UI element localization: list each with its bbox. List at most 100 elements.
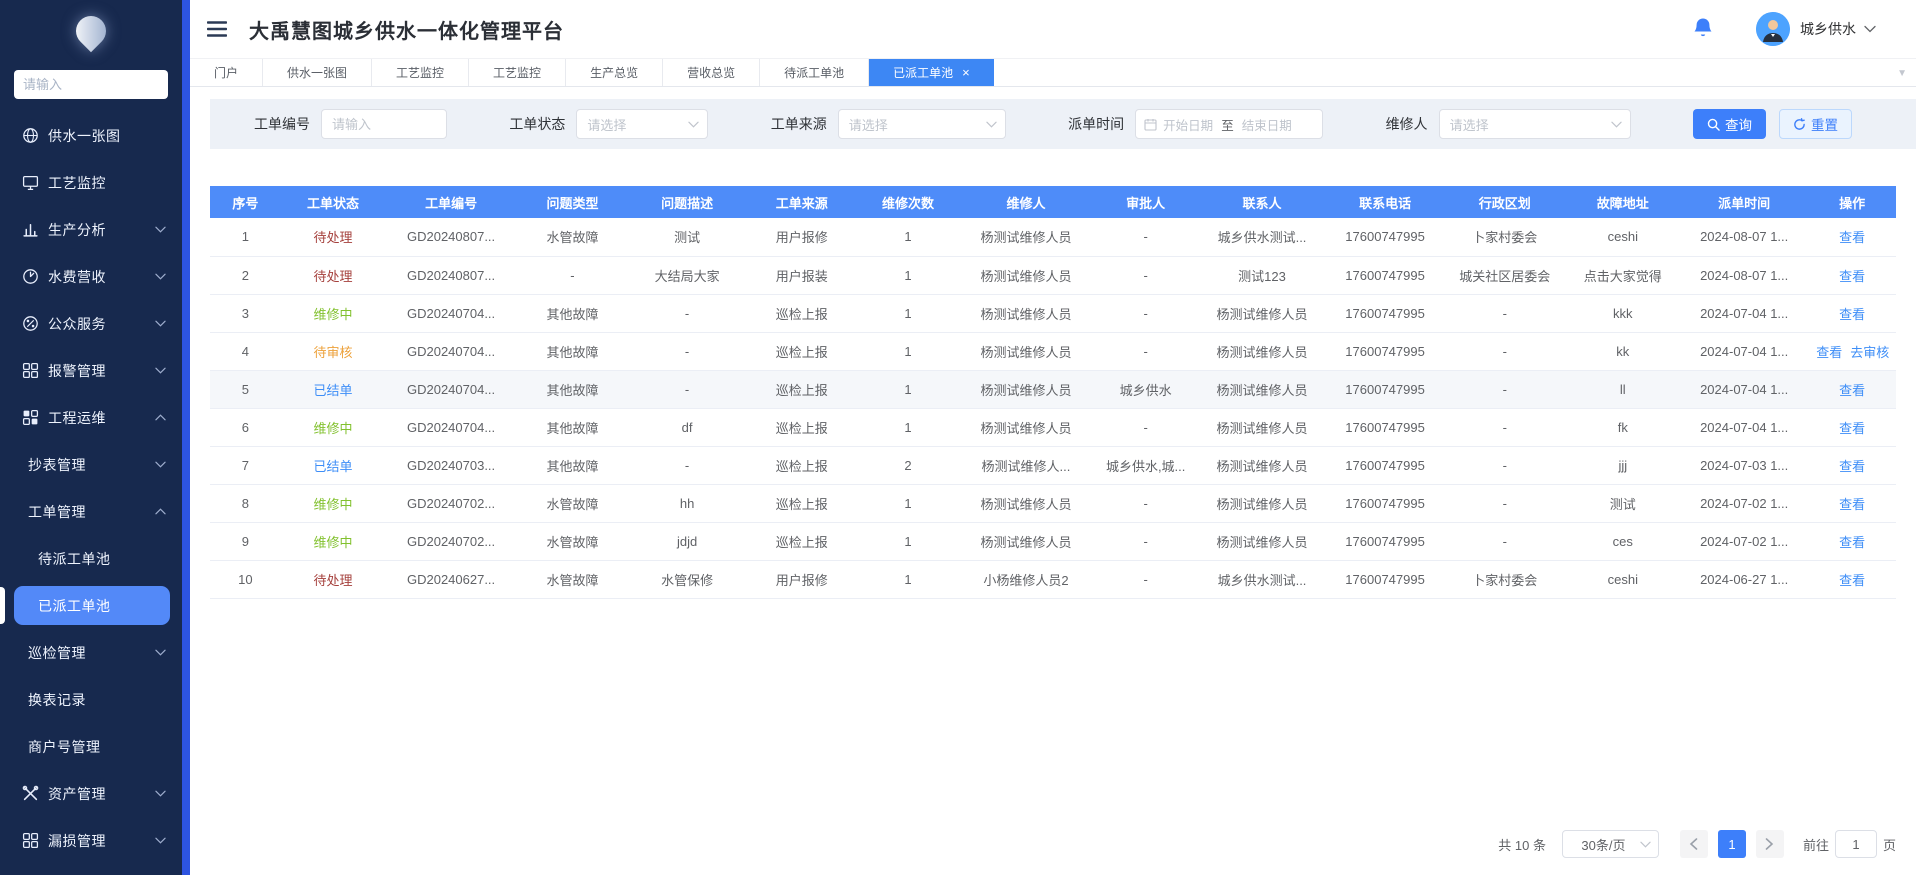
work-order-table: 序号工单状态工单编号问题类型问题描述工单来源维修次数维修人审批人联系人联系电话行… <box>210 186 1896 599</box>
cell-district: - <box>1444 370 1565 408</box>
view-link[interactable]: 查看 <box>1839 573 1865 588</box>
sidebar-item-dispatched-order-pool[interactable]: 已派工单池 <box>0 582 182 629</box>
sidebar-item-leakage-management[interactable]: 漏损管理 <box>0 817 182 864</box>
cell-district: 卜家村委会 <box>1444 560 1565 598</box>
cell-problem-type: 其他故障 <box>517 408 628 446</box>
order-status-label: 工单状态 <box>509 114 565 134</box>
tab-revenue-overview[interactable]: 营收总览 <box>663 59 760 86</box>
sidebar-item-asset-management[interactable]: 资产管理 <box>0 770 182 817</box>
view-link[interactable]: 查看 <box>1816 345 1842 360</box>
cell-district: - <box>1444 408 1565 446</box>
dispatch-date-range-picker[interactable]: 开始日期 至 结束日期 <box>1135 109 1323 139</box>
search-icon <box>1707 118 1720 131</box>
sidebar-item-engineering-ops[interactable]: 工程运维 <box>0 394 182 441</box>
sidebar-item-meter-reading[interactable]: 抄表管理 <box>0 441 182 488</box>
view-link[interactable]: 查看 <box>1839 421 1865 436</box>
sidebar-item-alarm-management[interactable]: 报警管理 <box>0 347 182 394</box>
view-link[interactable]: 查看 <box>1839 307 1865 322</box>
reset-button[interactable]: 重置 <box>1779 109 1852 139</box>
cell-phone: 17600747995 <box>1326 560 1444 598</box>
active-item-notch <box>0 587 5 624</box>
tab-process-monitor-1[interactable]: 工艺监控 <box>372 59 469 86</box>
tab-label: 门户 <box>214 64 238 81</box>
repairer-placeholder: 请选择 <box>1450 115 1489 134</box>
cell-problem-desc: jdjd <box>628 522 746 560</box>
repairer-select[interactable]: 请选择 <box>1439 109 1631 139</box>
table-row[interactable]: 1待处理GD20240807...水管故障测试用户报修1杨测试维修人员-城乡供水… <box>210 218 1896 256</box>
table-row[interactable]: 6维修中GD20240704...其他故障df巡检上报1杨测试维修人员-杨测试维… <box>210 408 1896 446</box>
sidebar-search-input[interactable] <box>14 70 168 99</box>
order-no-input[interactable] <box>321 109 447 139</box>
cell-problem-desc: 测试 <box>628 218 746 256</box>
sidebar-item-meter-replacement[interactable]: 换表记录 <box>0 676 182 723</box>
tab-dispatched-order-pool[interactable]: 已派工单池× <box>869 59 994 86</box>
go-review-link[interactable]: 去审核 <box>1850 345 1889 360</box>
sidebar-item-process-monitor[interactable]: 工艺监控 <box>0 159 182 206</box>
prev-page-button[interactable] <box>1680 830 1708 858</box>
cell-source: 巡检上报 <box>746 446 857 484</box>
cell-actions: 查看 <box>1808 218 1896 256</box>
chevron-down-icon <box>155 320 166 328</box>
page-number-current[interactable]: 1 <box>1718 830 1746 858</box>
tab-production-overview[interactable]: 生产总览 <box>566 59 663 86</box>
cell-district: - <box>1444 484 1565 522</box>
view-link[interactable]: 查看 <box>1839 459 1865 474</box>
view-link[interactable]: 查看 <box>1839 230 1865 245</box>
user-avatar[interactable] <box>1756 12 1790 46</box>
table-row[interactable]: 2待处理GD20240807...-大结局大家用户报装1杨测试维修人员-测试12… <box>210 256 1896 294</box>
tab-process-monitor-2[interactable]: 工艺监控 <box>469 59 566 86</box>
filter-repairer: 维修人 请选择 <box>1386 109 1631 139</box>
table-row[interactable]: 3维修中GD20240704...其他故障-巡检上报1杨测试维修人员-杨测试维修… <box>210 294 1896 332</box>
app-root: 供水一张图工艺监控生产分析水费营收公众服务报警管理工程运维抄表管理工单管理待派工… <box>0 0 1916 875</box>
sidebar-menu: 供水一张图工艺监控生产分析水费营收公众服务报警管理工程运维抄表管理工单管理待派工… <box>0 112 182 864</box>
order-status-select[interactable]: 请选择 <box>576 109 708 139</box>
user-name[interactable]: 城乡供水 <box>1800 19 1856 39</box>
sidebar-accent-bar <box>182 0 190 875</box>
column-header: 联系人 <box>1198 186 1326 218</box>
table-row[interactable]: 10待处理GD20240627...水管故障水管保修用户报修1小杨维修人员2-城… <box>210 560 1896 598</box>
search-button[interactable]: 查询 <box>1693 109 1766 139</box>
sidebar-item-pending-order-pool[interactable]: 待派工单池 <box>0 535 182 582</box>
cell-address: fk <box>1565 408 1680 446</box>
order-source-select[interactable]: 请选择 <box>838 109 1006 139</box>
notification-bell-icon[interactable] <box>1692 17 1714 41</box>
close-tab-icon[interactable]: × <box>962 66 970 79</box>
next-page-button[interactable] <box>1756 830 1784 858</box>
sidebar-item-supply-map[interactable]: 供水一张图 <box>0 112 182 159</box>
column-header: 问题类型 <box>517 186 628 218</box>
cell-district: - <box>1444 446 1565 484</box>
cell-order-no: GD20240704... <box>385 408 517 446</box>
cell-approver: - <box>1093 522 1198 560</box>
sidebar-item-work-order[interactable]: 工单管理 <box>0 488 182 535</box>
tab-supply-map[interactable]: 供水一张图 <box>263 59 372 86</box>
sidebar-item-inspection[interactable]: 巡检管理 <box>0 629 182 676</box>
chevron-down-icon[interactable] <box>1864 25 1876 33</box>
tab-pending-order-pool[interactable]: 待派工单池 <box>760 59 869 86</box>
table-row[interactable]: 8维修中GD20240702...水管故障hh巡检上报1杨测试维修人员-杨测试维… <box>210 484 1896 522</box>
sidebar-item-label: 漏损管理 <box>48 831 106 851</box>
cell-status: 维修中 <box>281 484 386 522</box>
sidebar-item-merchant-id[interactable]: 商户号管理 <box>0 723 182 770</box>
table-row[interactable]: 7已结单GD20240703...其他故障-巡检上报2杨测试维修人...城乡供水… <box>210 446 1896 484</box>
column-header: 问题描述 <box>628 186 746 218</box>
tab-portal[interactable]: 门户 <box>190 59 263 86</box>
sidebar-item-water-fee-revenue[interactable]: 水费营收 <box>0 253 182 300</box>
cell-actions: 查看 <box>1808 370 1896 408</box>
view-link[interactable]: 查看 <box>1839 269 1865 284</box>
view-link[interactable]: 查看 <box>1839 497 1865 512</box>
sidebar-item-label: 待派工单池 <box>38 549 111 569</box>
page-size-select[interactable]: 30条/页 <box>1562 830 1659 858</box>
tab-label: 供水一张图 <box>287 64 347 81</box>
sidebar-item-public-service[interactable]: 公众服务 <box>0 300 182 347</box>
table-row[interactable]: 9维修中GD20240702...水管故障jdjd巡检上报1杨测试维修人员-杨测… <box>210 522 1896 560</box>
reset-button-label: 重置 <box>1811 114 1838 134</box>
cell-contact: 杨测试维修人员 <box>1198 294 1326 332</box>
table-row[interactable]: 5已结单GD20240704...其他故障-巡检上报1杨测试维修人员城乡供水杨测… <box>210 370 1896 408</box>
goto-page-input[interactable] <box>1835 830 1877 858</box>
sidebar-item-production-analysis[interactable]: 生产分析 <box>0 206 182 253</box>
tab-list-caret-icon[interactable]: ▼ <box>1897 68 1907 79</box>
collapse-menu-icon[interactable] <box>207 20 227 38</box>
table-row[interactable]: 4待审核GD20240704...其他故障-巡检上报1杨测试维修人员-杨测试维修… <box>210 332 1896 370</box>
view-link[interactable]: 查看 <box>1839 383 1865 398</box>
view-link[interactable]: 查看 <box>1839 535 1865 550</box>
